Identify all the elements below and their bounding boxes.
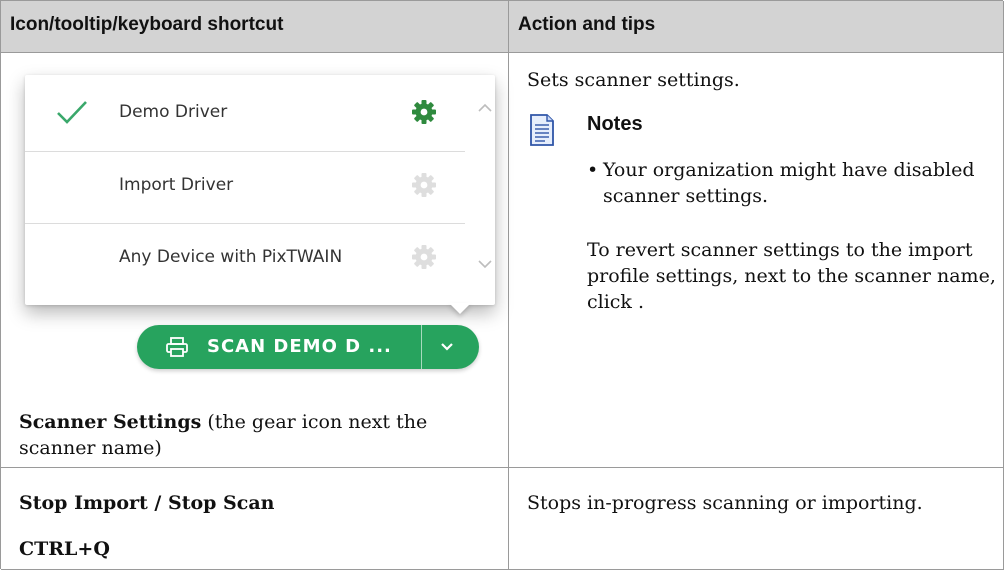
notes-document-icon — [529, 113, 555, 154]
printer-icon — [165, 336, 189, 362]
scan-split-button[interactable]: SCAN DEMO D ... — [137, 325, 479, 369]
row-stop-import-right: Stops in-progress scanning or importing. — [509, 468, 1004, 570]
chevron-down-icon[interactable] — [477, 255, 493, 274]
dropdown-chevron-icon[interactable] — [439, 339, 455, 358]
caption-bold: Scanner Settings — [19, 411, 202, 433]
gear-icon[interactable] — [411, 244, 437, 275]
check-icon — [55, 97, 89, 132]
driver-dropdown-menu: Demo Driver Import Driver Any Device wit… — [25, 75, 495, 305]
gear-icon[interactable] — [411, 172, 437, 203]
stop-import-label: Stop Import / Stop Scan — [19, 492, 275, 514]
reference-table: Icon/tooltip/keyboard shortcut Action an… — [0, 0, 1004, 570]
notes-heading: Notes — [587, 113, 643, 135]
gear-icon[interactable] — [411, 99, 437, 130]
note-item: Your organization might have disabled sc… — [603, 159, 975, 207]
revert-instructions: To revert scanner settings to the import… — [587, 239, 996, 313]
driver-item-pixtwain[interactable]: Any Device with PixTWAIN — [25, 223, 465, 295]
column-header-action-tips: Action and tips — [509, 1, 1004, 53]
stop-description: Stops in-progress scanning or importing. — [527, 492, 923, 514]
scanner-dropdown-screenshot: Demo Driver Import Driver Any Device wit… — [19, 73, 497, 381]
header-left-label: Icon/tooltip/keyboard shortcut — [10, 14, 284, 35]
row-scanner-settings-left: Demo Driver Import Driver Any Device wit… — [1, 53, 509, 468]
chevron-up-icon[interactable] — [477, 99, 493, 118]
driver-item-demo[interactable]: Demo Driver — [25, 79, 465, 151]
header-right-label: Action and tips — [518, 14, 656, 35]
column-header-icon-tooltip-shortcut: Icon/tooltip/keyboard shortcut — [1, 1, 509, 53]
row-scanner-settings-right: Sets scanner settings. Notes • Your orga… — [509, 53, 1004, 468]
button-divider — [421, 325, 422, 369]
driver-label: Import Driver — [119, 175, 234, 195]
driver-item-import[interactable]: Import Driver — [25, 151, 465, 223]
notes-list: • Your organization might have disabled … — [587, 157, 987, 209]
scanner-settings-caption: Scanner Settings (the gear icon next the… — [19, 409, 489, 461]
driver-label: Demo Driver — [119, 102, 228, 122]
dropdown-pointer — [449, 303, 471, 314]
action-description: Sets scanner settings. — [527, 69, 740, 91]
keyboard-shortcut: CTRL+Q — [19, 538, 110, 560]
row-stop-import-left: Stop Import / Stop Scan CTRL+Q — [1, 468, 509, 570]
driver-label: Any Device with PixTWAIN — [119, 247, 343, 267]
scan-button-label: SCAN DEMO D ... — [207, 336, 392, 357]
bullet-icon: • — [587, 159, 599, 181]
